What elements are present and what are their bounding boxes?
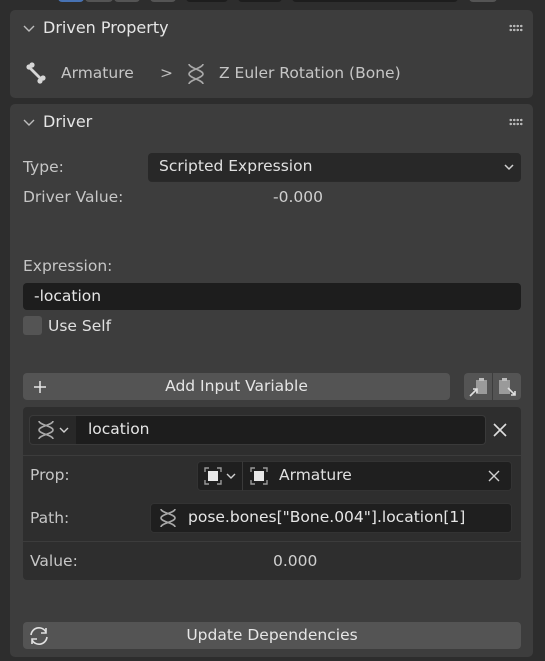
chevron-down-icon bbox=[23, 25, 35, 32]
use-self-checkbox[interactable] bbox=[23, 316, 42, 335]
variable-name-input[interactable]: location bbox=[76, 415, 486, 445]
copy-variables-button[interactable] bbox=[464, 373, 492, 400]
toolbar-tab[interactable] bbox=[85, 0, 113, 2]
toolbar-tab[interactable] bbox=[114, 0, 140, 2]
copy-clipboard-icon bbox=[469, 378, 487, 397]
breadcrumb-separator: > bbox=[160, 64, 173, 82]
path-label: Path: bbox=[30, 509, 70, 527]
object-name: Armature bbox=[61, 64, 134, 82]
path-input[interactable]: pose.bones["Bone.004"].location[1] bbox=[150, 503, 512, 533]
path-value: pose.bones["Bone.004"].location[1] bbox=[188, 508, 466, 526]
toolbar-button[interactable] bbox=[150, 0, 176, 2]
property-name: Z Euler Rotation (Bone) bbox=[219, 64, 401, 82]
prop-id-type-dropdown[interactable] bbox=[197, 461, 243, 491]
driven-property-panel: Driven Property Armature > Z Euler Rotat… bbox=[10, 10, 533, 98]
toolbar-button[interactable] bbox=[469, 0, 497, 2]
rna-icon bbox=[38, 420, 54, 440]
toolbar-tab-active[interactable] bbox=[58, 0, 84, 2]
variable-name: location bbox=[88, 420, 150, 438]
driver-value-label: Driver Value: bbox=[23, 188, 124, 206]
paste-clipboard-icon bbox=[499, 378, 516, 396]
panel-title: Driven Property bbox=[43, 18, 169, 37]
clear-icon[interactable] bbox=[487, 469, 501, 483]
driven-property-header[interactable]: Driven Property bbox=[10, 10, 533, 46]
prop-label: Prop: bbox=[30, 466, 70, 484]
type-dropdown-value: Scripted Expression bbox=[159, 157, 313, 175]
driver-panel: Driver Type: Scripted Expression Driver … bbox=[10, 104, 533, 657]
use-self-label[interactable]: Use Self bbox=[48, 317, 111, 335]
variable-value: 0.000 bbox=[273, 552, 318, 570]
expression-input[interactable]: -location bbox=[23, 283, 521, 310]
update-dependencies-button[interactable]: Update Dependencies bbox=[23, 622, 521, 649]
variable-box: location Prop: Armature Path: pose.bones… bbox=[23, 407, 521, 580]
chevron-down-icon bbox=[504, 164, 514, 171]
drag-grip-icon[interactable] bbox=[509, 118, 523, 126]
prop-object-field[interactable]: Armature bbox=[242, 461, 512, 491]
paste-variables-button[interactable] bbox=[493, 373, 521, 400]
divider bbox=[23, 455, 521, 456]
divider bbox=[23, 541, 521, 542]
object-icon bbox=[250, 467, 268, 485]
rna-icon bbox=[188, 63, 204, 85]
driver-header[interactable]: Driver bbox=[10, 104, 533, 140]
toolbar-field[interactable] bbox=[238, 0, 282, 2]
type-dropdown[interactable]: Scripted Expression bbox=[148, 153, 521, 181]
variable-type-dropdown[interactable] bbox=[29, 415, 77, 445]
update-dependencies-label: Update Dependencies bbox=[186, 626, 358, 644]
prop-object-value: Armature bbox=[279, 466, 352, 484]
type-label: Type: bbox=[23, 158, 64, 176]
value-label: Value: bbox=[30, 552, 78, 570]
chevron-down-icon bbox=[59, 427, 69, 433]
driver-value: -0.000 bbox=[273, 188, 323, 206]
object-icon bbox=[204, 467, 222, 485]
expression-label: Expression: bbox=[23, 257, 113, 275]
add-input-variable-label: Add Input Variable bbox=[165, 377, 308, 395]
close-icon[interactable] bbox=[492, 422, 508, 438]
bone-icon bbox=[26, 62, 46, 84]
toolbar-field[interactable] bbox=[186, 0, 228, 2]
toolbar-field[interactable] bbox=[292, 0, 458, 2]
chevron-down-icon bbox=[23, 119, 35, 126]
expression-value: -location bbox=[34, 287, 102, 305]
drag-grip-icon[interactable] bbox=[509, 24, 523, 32]
chevron-down-icon bbox=[226, 473, 236, 479]
rna-icon bbox=[160, 508, 176, 528]
add-input-variable-button[interactable]: Add Input Variable bbox=[23, 373, 450, 400]
panel-title: Driver bbox=[43, 112, 93, 131]
